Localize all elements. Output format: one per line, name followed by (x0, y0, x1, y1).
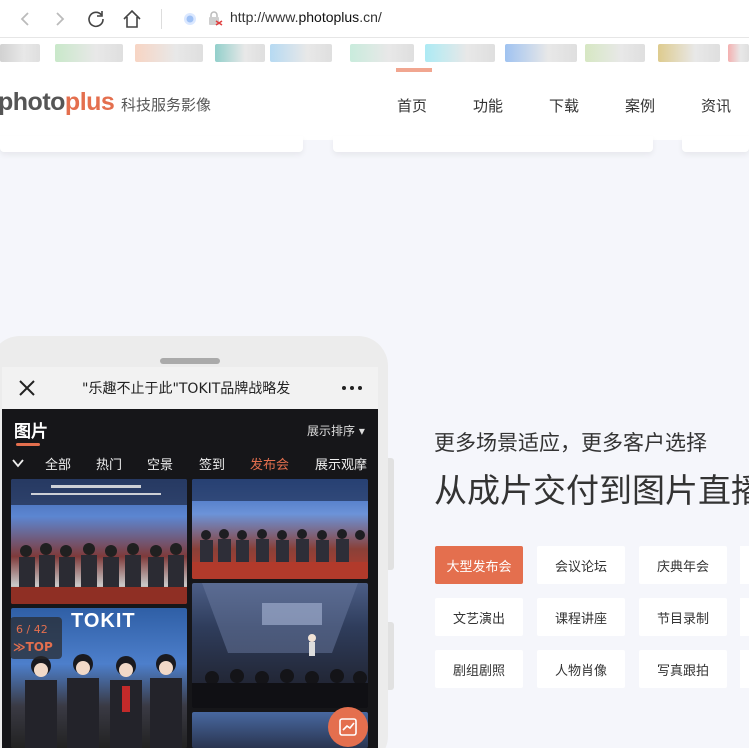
chevron-down-icon[interactable] (12, 458, 24, 468)
back-arrow-icon (20, 12, 29, 26)
bookmarks-bar (0, 38, 749, 68)
site-header: photoplus 科技服务影像 首页 功能 下载 案例 资讯 (0, 68, 749, 140)
audience-photo-art (192, 479, 368, 579)
nav-features[interactable]: 功能 (473, 95, 503, 116)
scene-chip-lecture[interactable]: 课程讲座 (537, 598, 625, 636)
bookmark-item[interactable] (585, 44, 645, 62)
category-launch[interactable]: 发布会 (250, 454, 289, 473)
phone-speaker (160, 358, 220, 364)
tab-underline (16, 443, 40, 446)
site-logo[interactable]: photoplus (0, 88, 115, 117)
phone-side-button (388, 458, 394, 570)
bookmark-item[interactable] (55, 44, 123, 62)
event-photo[interactable] (192, 479, 368, 579)
section-headline: 从成片交付到图片直播 (434, 471, 749, 510)
caret-down-icon: ▾ (358, 424, 365, 438)
bookmark-item[interactable] (215, 44, 265, 62)
header-card-shadow (682, 136, 749, 152)
scene-chip-annual-party[interactable]: 庆典年会 (639, 546, 727, 584)
category-all[interactable]: 全部 (45, 454, 71, 473)
nav-cases[interactable]: 案例 (625, 95, 655, 116)
phone-screen: "乐趣不止于此"TOKIT品牌战略发 图片 展示排序 ▾ 全部 热门 空景 签到… (2, 367, 378, 748)
double-up-icon: ≫ (13, 640, 26, 654)
nav-news[interactable]: 资讯 (701, 95, 731, 116)
url-prefix: http://www. (230, 9, 299, 25)
category-hot[interactable]: 热门 (96, 454, 122, 473)
bookmark-item[interactable] (658, 44, 720, 62)
category-scenery[interactable]: 空景 (147, 454, 173, 473)
scene-chip-partial[interactable] (740, 546, 749, 584)
scene-chip-conference[interactable]: 会议论坛 (537, 546, 625, 584)
close-icon[interactable] (18, 379, 36, 397)
trend-chart-icon (339, 718, 357, 736)
url-domain: photoplus (298, 9, 360, 25)
bookmark-item[interactable] (425, 44, 495, 62)
photo-counter: 6 / 42 (16, 623, 48, 636)
scene-chip-portrait[interactable]: 人物肖像 (537, 650, 625, 688)
stage-photo-art (192, 583, 368, 708)
home-button[interactable] (120, 7, 144, 31)
scene-chip-partial[interactable] (740, 598, 749, 636)
nav-home[interactable]: 首页 (397, 95, 427, 116)
bookmark-item[interactable] (0, 44, 40, 62)
floating-action-button[interactable] (328, 707, 368, 747)
header-card-shadow (0, 136, 303, 152)
scene-chip-performance[interactable]: 文艺演出 (435, 598, 523, 636)
site-tagline: 科技服务影像 (121, 96, 212, 114)
address-bar[interactable]: http://www.photoplus.cn/ (230, 9, 382, 25)
more-options-icon[interactable] (342, 386, 362, 390)
back-button[interactable] (13, 7, 37, 31)
tab-photos[interactable]: 图片 (14, 417, 48, 442)
bookmark-item[interactable] (505, 44, 577, 62)
phone-side-button (388, 622, 394, 690)
reload-icon (88, 11, 104, 28)
forward-button[interactable] (48, 7, 72, 31)
category-exhibition[interactable]: 展示观摩 (315, 454, 367, 473)
brand-wordmark: TOKIT (71, 610, 136, 632)
scene-chip-program-recording[interactable]: 节目录制 (639, 598, 727, 636)
scene-chip-film-stills[interactable]: 剧组剧照 (435, 650, 523, 688)
nav-active-marker (396, 68, 432, 72)
nav-download[interactable]: 下载 (549, 95, 579, 116)
back-to-top-button[interactable]: ≫TOP (13, 640, 53, 654)
bookmark-item[interactable] (270, 44, 332, 62)
home-icon (123, 9, 141, 28)
album-title: "乐趣不止于此"TOKIT品牌战略发 (82, 381, 291, 397)
reload-button[interactable] (84, 7, 108, 31)
forward-arrow-icon (56, 12, 65, 26)
audience-photo-art (11, 479, 187, 604)
event-photo[interactable] (11, 479, 187, 604)
browser-toolbar: http://www.photoplus.cn/ (0, 0, 749, 38)
section-subheading: 更多场景适应，更多客户选择 (434, 431, 707, 455)
bookmark-item[interactable] (135, 44, 203, 62)
scene-chip-launch-event[interactable]: 大型发布会 (435, 546, 523, 584)
site-info-icon[interactable] (183, 12, 197, 26)
category-checkin[interactable]: 签到 (199, 454, 225, 473)
scene-chip-partial[interactable] (740, 650, 749, 688)
toolbar-divider (161, 9, 162, 29)
scene-chip-photo-follow[interactable]: 写真跟拍 (639, 650, 727, 688)
header-card-shadow (333, 136, 653, 152)
sort-dropdown[interactable]: 展示排序 ▾ (307, 422, 365, 439)
url-suffix: .cn/ (359, 9, 382, 25)
insecure-lock-icon[interactable] (207, 10, 223, 26)
event-photo[interactable] (192, 583, 368, 708)
bookmark-item[interactable] (350, 44, 414, 62)
bookmark-item[interactable] (728, 44, 749, 62)
